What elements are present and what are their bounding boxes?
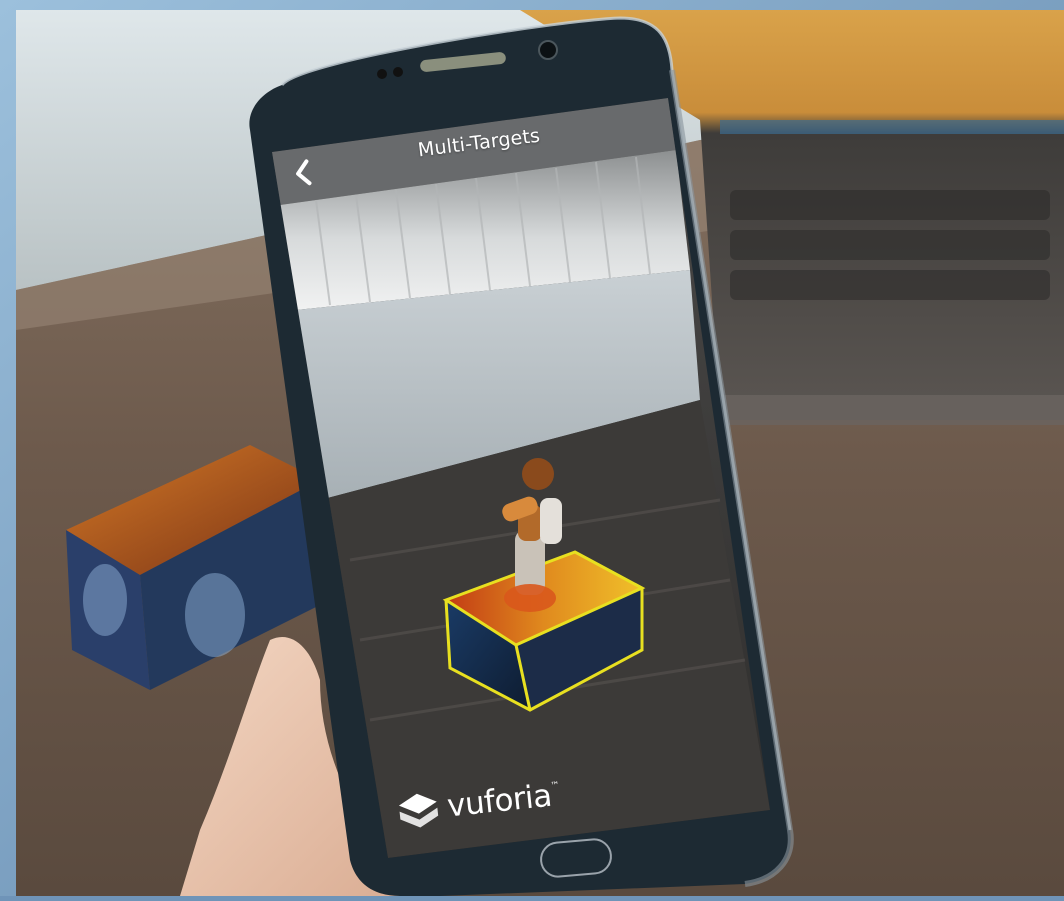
brand-name: vuforia [445,777,554,825]
trademark-mark: ™ [549,780,560,792]
chevron-left-icon [296,159,312,186]
photo-scene-artwork [0,0,1064,896]
vuforia-logo-icon [398,793,439,828]
photo-scene [0,0,1064,896]
back-button[interactable] [286,154,320,192]
